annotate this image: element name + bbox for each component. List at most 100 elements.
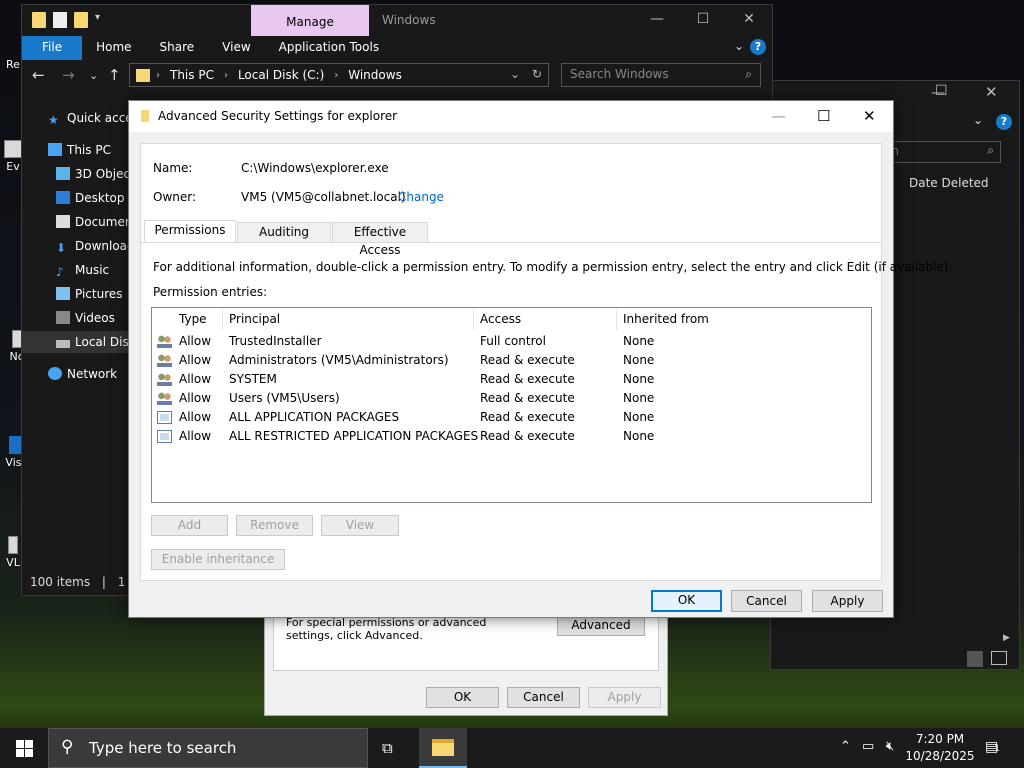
- tab-effective-access[interactable]: Effective Access: [332, 222, 428, 257]
- notification-icon[interactable]: ▤1: [985, 739, 1000, 755]
- computer-icon: [48, 143, 62, 156]
- breadcrumb-windows[interactable]: Windows: [348, 68, 402, 82]
- tab-share[interactable]: Share: [146, 36, 209, 60]
- details-view-icon[interactable]: [967, 651, 983, 667]
- column-header-inherited[interactable]: Inherited from: [623, 312, 709, 326]
- tray-chevron-up-icon[interactable]: ⌃: [840, 739, 851, 754]
- system-clock[interactable]: 7:20 PM 10/28/2025: [900, 731, 980, 765]
- column-header-access[interactable]: Access: [480, 312, 521, 326]
- volume-muted-icon[interactable]: 🔇︎: [886, 739, 894, 754]
- breadcrumb-this-pc[interactable]: This PC: [170, 68, 214, 82]
- ribbon-expand-icon[interactable]: ⌄: [734, 39, 744, 53]
- ok-button[interactable]: OK: [426, 687, 499, 708]
- properties-icon[interactable]: [53, 12, 67, 28]
- taskbar-search-input[interactable]: ⚲ Type here to search: [48, 728, 368, 768]
- back-arrow-icon[interactable]: ←: [32, 66, 45, 84]
- cell-principal: ALL APPLICATION PACKAGES: [229, 410, 400, 424]
- search-icon: ⚲: [61, 737, 74, 757]
- scroll-arrow-right-icon[interactable]: ▶: [1003, 633, 1010, 643]
- tab-home[interactable]: Home: [82, 36, 145, 60]
- search-input[interactable]: in ⌕: [881, 141, 1001, 163]
- tab-file[interactable]: File: [22, 36, 83, 60]
- table-row[interactable]: Allow Administrators (VM5\Administrators…: [152, 351, 871, 370]
- table-row[interactable]: Allow SYSTEM Read & execute None: [152, 370, 871, 389]
- breadcrumb-local-disk[interactable]: Local Disk (C:): [238, 68, 324, 82]
- table-row[interactable]: Allow ALL RESTRICTED APPLICATION PACKAGE…: [152, 427, 871, 446]
- windows-logo-icon: [25, 749, 33, 757]
- address-bar[interactable]: › This PC › Local Disk (C:) › Windows ⌄ …: [129, 63, 549, 87]
- cell-principal: Users (VM5\Users): [229, 391, 340, 405]
- nav-videos[interactable]: Videos: [56, 307, 115, 329]
- column-header-principal[interactable]: Principal: [229, 312, 280, 326]
- customize-qat-icon[interactable]: ▾: [95, 12, 103, 28]
- large-icons-view-icon[interactable]: [991, 651, 1007, 665]
- tab-view[interactable]: View: [208, 36, 264, 60]
- tab-manage[interactable]: Manage: [251, 5, 369, 36]
- task-view-icon[interactable]: ⧉: [382, 739, 393, 757]
- nav-this-pc[interactable]: This PC: [48, 139, 111, 161]
- maximize-icon[interactable]: ☐: [935, 83, 948, 99]
- cell-type: Allow: [179, 429, 212, 443]
- tab-application-tools[interactable]: Application Tools: [265, 36, 393, 60]
- help-icon[interactable]: ?: [996, 114, 1012, 130]
- add-button[interactable]: Add: [151, 515, 228, 536]
- network-tray-icon[interactable]: ▭: [862, 739, 874, 754]
- cancel-button[interactable]: Cancel: [507, 687, 580, 708]
- view-button[interactable]: View: [321, 515, 399, 536]
- title-bar[interactable]: ▾ Manage Windows — ☐ ✕: [22, 5, 772, 36]
- list-header: Type Principal Access Inherited from: [152, 308, 871, 330]
- close-icon[interactable]: ✕: [726, 5, 772, 33]
- address-dropdown-icon[interactable]: ⌄: [510, 67, 520, 81]
- close-icon[interactable]: ✕: [985, 83, 998, 101]
- cell-inherited: None: [623, 391, 655, 405]
- nav-pictures[interactable]: Pictures: [56, 283, 123, 305]
- nav-music[interactable]: ♪ Music: [56, 259, 109, 281]
- chevron-down-icon[interactable]: ⌄: [973, 113, 983, 127]
- status-divider: |: [101, 575, 106, 589]
- clock-time: 7:20 PM: [915, 732, 965, 746]
- remove-button[interactable]: Remove: [236, 515, 313, 536]
- minimize-icon[interactable]: —: [771, 107, 786, 125]
- ok-button[interactable]: OK: [651, 590, 722, 612]
- new-folder-icon[interactable]: [74, 12, 88, 28]
- cell-inherited: None: [623, 353, 655, 367]
- advanced-button[interactable]: Advanced: [557, 615, 645, 636]
- permission-entries-list[interactable]: Type Principal Access Inherited from All…: [151, 307, 872, 503]
- maximize-icon[interactable]: ☐: [817, 107, 830, 125]
- forward-arrow-icon[interactable]: →: [62, 66, 75, 84]
- column-separator[interactable]: [616, 309, 617, 330]
- table-row[interactable]: Allow ALL APPLICATION PACKAGES Read & ex…: [152, 408, 871, 427]
- advanced-security-dialog[interactable]: Advanced Security Settings for explorer …: [128, 100, 952, 618]
- maximize-icon[interactable]: ☐: [680, 5, 726, 33]
- cell-access: Read & execute: [480, 372, 575, 386]
- start-button[interactable]: [0, 728, 48, 768]
- properties-dialog[interactable]: For special permissions or advanced sett…: [264, 610, 668, 716]
- refresh-icon[interactable]: ↻: [532, 67, 542, 81]
- apply-button[interactable]: Apply: [588, 687, 661, 708]
- tab-permissions[interactable]: Permissions: [144, 220, 236, 243]
- up-arrow-icon[interactable]: ↑: [108, 66, 121, 84]
- table-row[interactable]: Allow Users (VM5\Users) Read & execute N…: [152, 389, 871, 408]
- dialog-title-bar[interactable]: Advanced Security Settings for explorer …: [129, 101, 893, 132]
- help-icon[interactable]: ?: [750, 39, 766, 55]
- dialog-title: Advanced Security Settings for explorer: [158, 109, 398, 123]
- close-icon[interactable]: ✕: [863, 107, 876, 125]
- column-separator[interactable]: [473, 309, 474, 330]
- table-row[interactable]: Allow TrustedInstaller Full control None: [152, 332, 871, 351]
- column-header-date-deleted[interactable]: Date Deleted: [909, 176, 989, 190]
- tab-auditing[interactable]: Auditing: [237, 222, 331, 242]
- minimize-icon[interactable]: —: [634, 5, 680, 33]
- column-separator[interactable]: [222, 309, 223, 330]
- nav-desktop[interactable]: Desktop: [56, 187, 125, 209]
- cancel-button[interactable]: Cancel: [731, 590, 802, 612]
- column-header-type[interactable]: Type: [179, 312, 207, 326]
- nav-network[interactable]: Network: [48, 363, 117, 385]
- enable-inheritance-button[interactable]: Enable inheritance: [151, 549, 285, 570]
- recent-locations-icon[interactable]: ⌄: [89, 69, 98, 82]
- taskbar-file-explorer[interactable]: [419, 728, 467, 768]
- search-input[interactable]: Search Windows ⌕: [561, 63, 761, 87]
- apply-button[interactable]: Apply: [812, 590, 883, 612]
- nav-local-disk[interactable]: Local Disk (C:): [22, 331, 130, 353]
- cell-type: Allow: [179, 410, 212, 424]
- change-owner-link[interactable]: Change: [398, 190, 444, 204]
